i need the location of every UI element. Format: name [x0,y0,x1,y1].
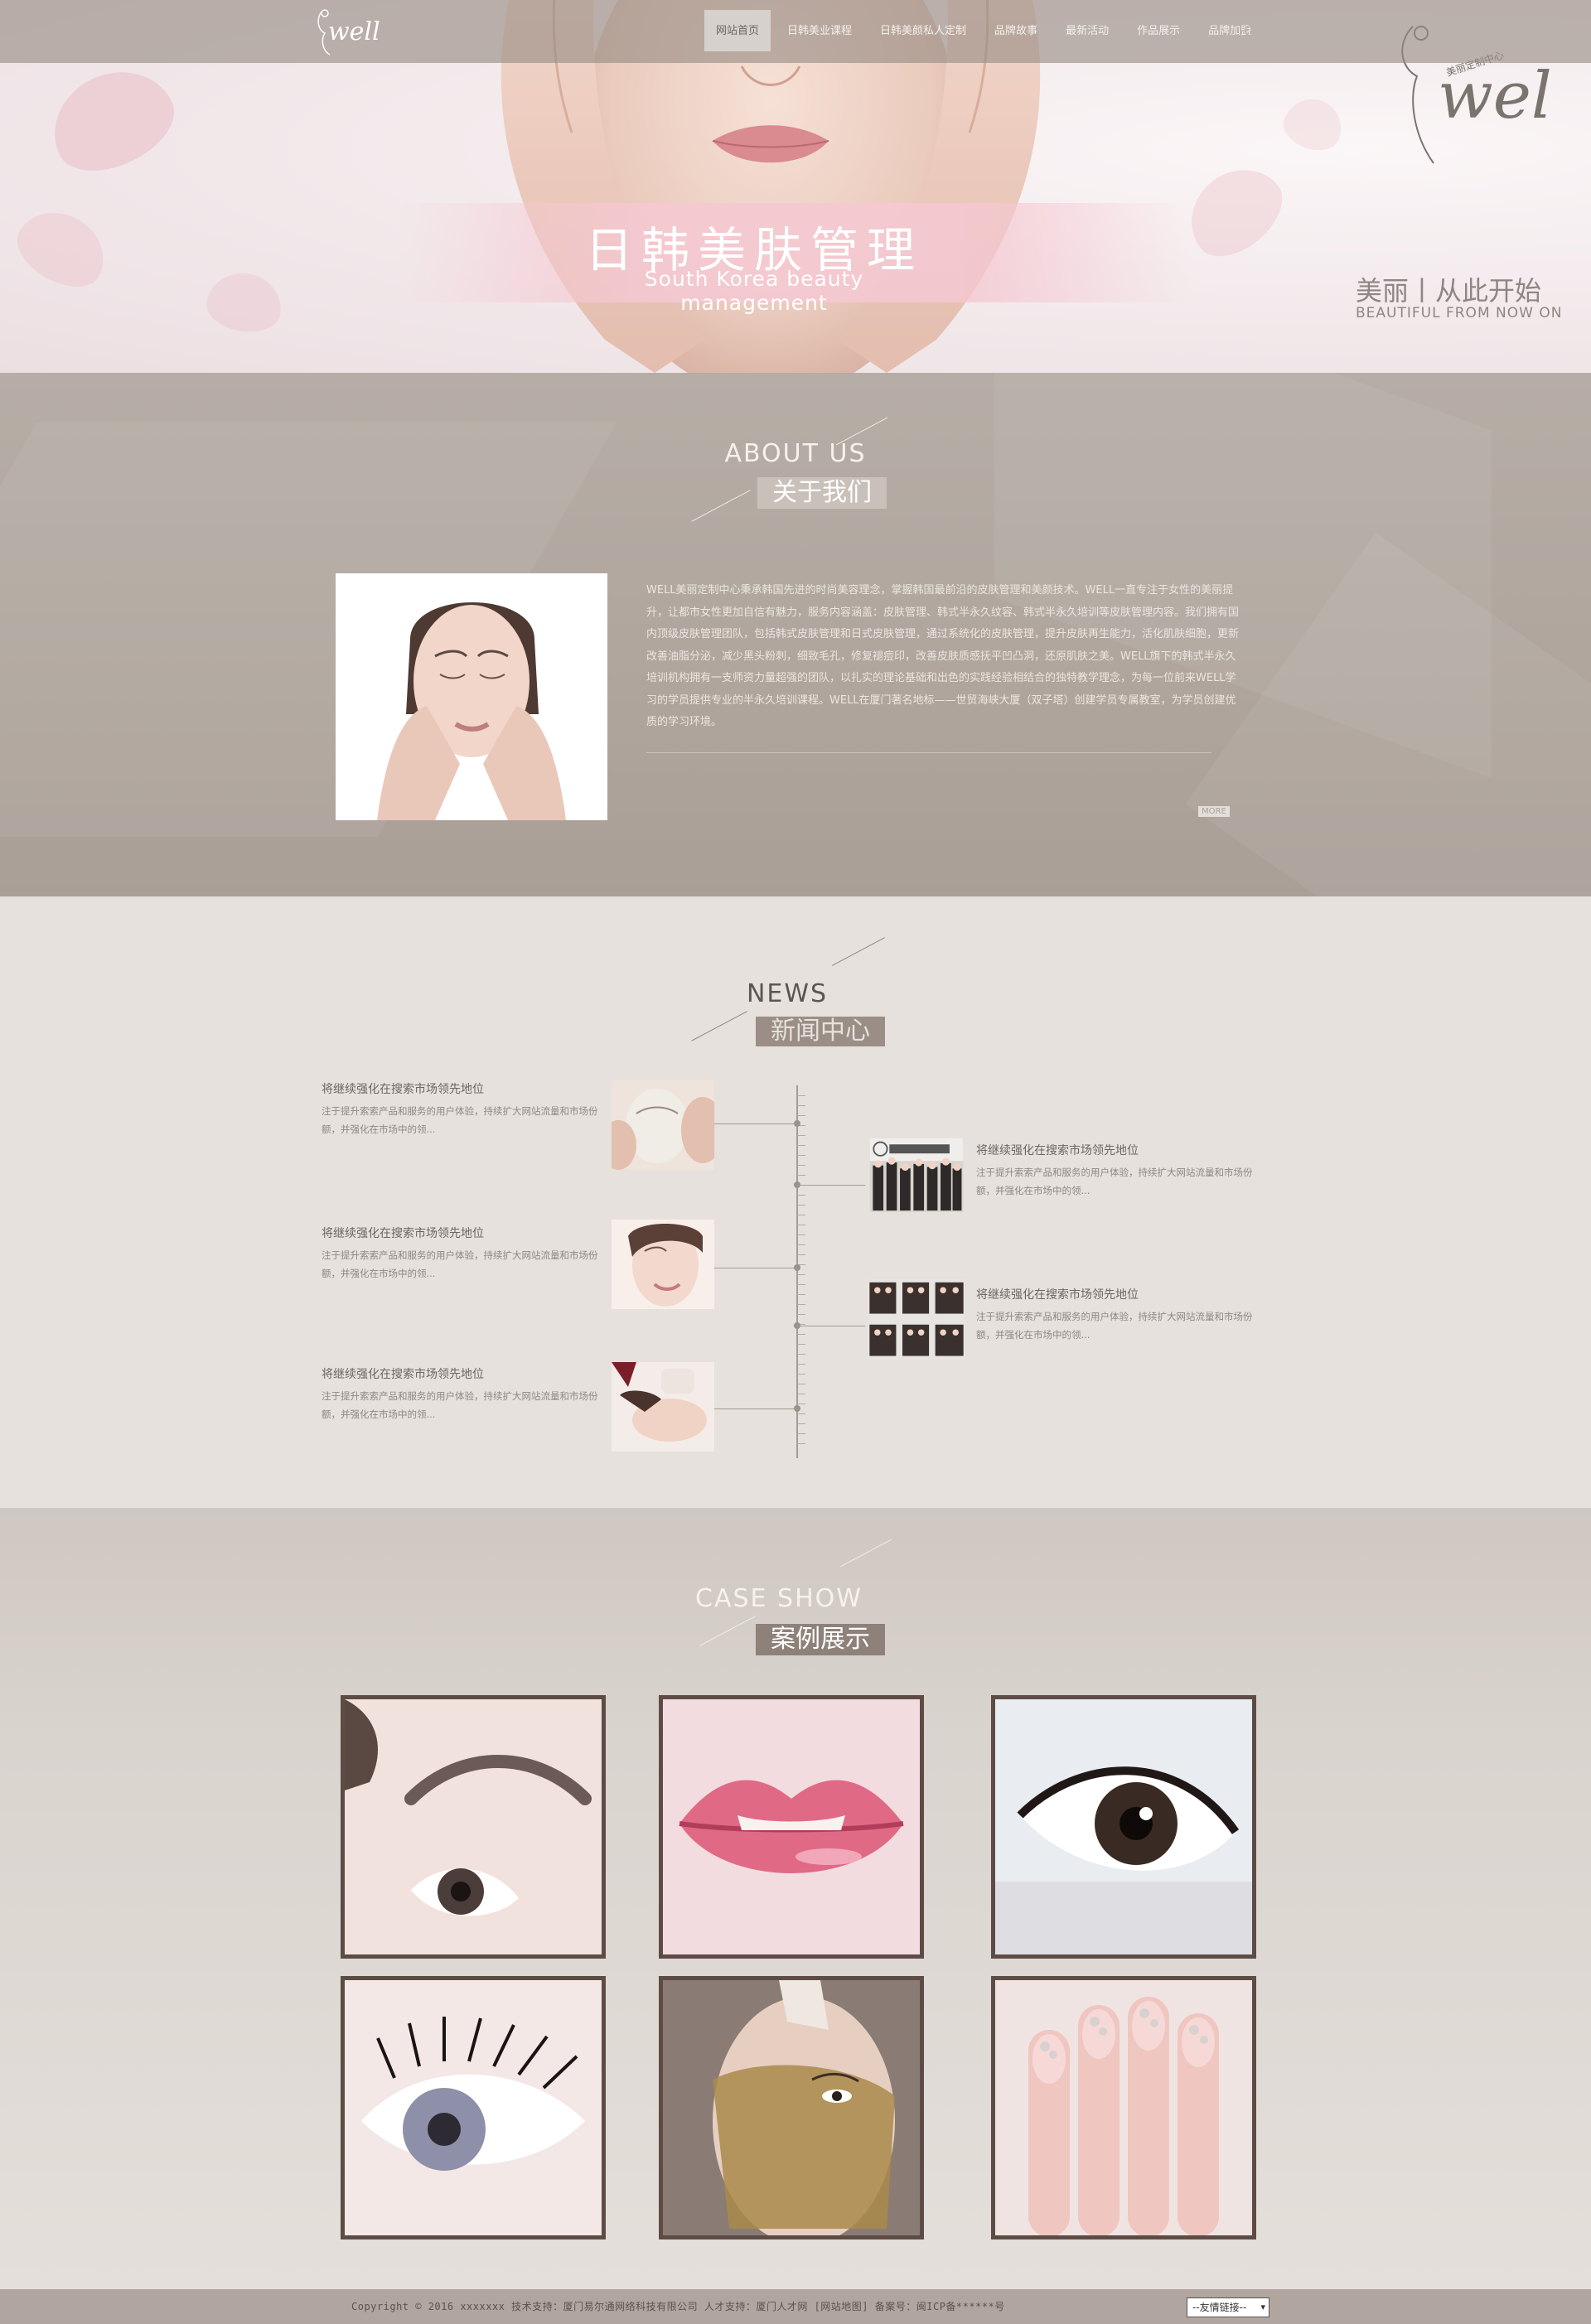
site-logo[interactable]: well [313,5,380,56]
news-item-desc: 注于提升索索产品和服务的用户体验，持续扩大网站流量和市场份额，并强化在市场中的领… [322,1105,598,1135]
nav-item-home[interactable]: 网站首页 [704,10,771,51]
site-logo-text: well [328,17,380,46]
petal-decoration [1277,90,1350,158]
timeline-tick [797,1274,805,1275]
timeline-tick [797,1374,805,1375]
news-item-desc: 注于提升索索产品和服务的用户体验，持续扩大网站流量和市场份额，并强化在市场中的领… [976,1311,1253,1341]
timeline-tick [797,1244,805,1245]
nav-item-events[interactable]: 最新活动 [1054,10,1120,51]
timeline-tick [797,1423,805,1424]
banner-slogan-en: BEAUTIFUL FROM NOW ON [1356,305,1563,321]
news-item[interactable]: 将继续强化在搜索市场领先地位 注于提升索索产品和服务的用户体验，持续扩大网站流量… [322,1225,612,1283]
news-item[interactable]: 将继续强化在搜索市场领先地位 注于提升索索产品和服务的用户体验，持续扩大网站流量… [976,1142,1266,1200]
news-timeline [796,1085,798,1458]
more-button[interactable]: MORE [1198,806,1230,817]
nav-item-private-custom[interactable]: 日韩美颜私人定制 [868,10,978,51]
friend-links-select[interactable]: --友情链接-- [1187,2297,1269,2317]
about-section: ABOUT US 关于我们 WELL美丽定制中心秉承韩国先进的时尚美容理念，掌握… [0,373,1591,896]
timeline-tick [797,1105,805,1106]
banner-slogan: 美丽丨从此开始 [1356,275,1542,307]
timeline-tick [797,1095,805,1096]
case-image-eyebrow[interactable] [341,1695,606,1959]
about-description: WELL美丽定制中心秉承韩国先进的时尚美容理念，掌握韩国最前沿的皮肤管理和美颜技… [646,584,1240,728]
cases-heading-cn: 案例展示 [756,1624,885,1655]
heading-line-top [839,1539,892,1568]
timeline-tick [797,1195,805,1196]
timeline-tick [797,1294,805,1295]
cases-heading: CASE SHOW 案例展示 [671,1526,920,1655]
banner-subtitle: South Korea beauty management [644,267,864,315]
news-heading-en: NEWS [746,979,829,1008]
timeline-tick [797,1234,805,1235]
heading-line-bottom [699,1616,756,1646]
news-thumbnail[interactable] [612,1080,714,1170]
case-image-eye-makeup[interactable] [991,1695,1256,1959]
news-thumbnail[interactable] [612,1362,714,1452]
about-divider [646,752,1211,753]
timeline-tick [797,1145,805,1146]
heading-line-top [831,937,886,966]
news-item[interactable]: 将继续强化在搜索市场领先地位 注于提升索索产品和服务的用户体验，持续扩大网站流量… [976,1286,1266,1344]
timeline-tick [797,1334,805,1335]
about-heading-en: ABOUT US [724,439,867,468]
timeline-tick [797,1254,805,1255]
timeline-tick [797,1284,805,1285]
about-photo [336,573,607,820]
news-item[interactable]: 将继续强化在搜索市场领先地位 注于提升索索产品和服务的用户体验，持续扩大网站流量… [322,1080,612,1138]
footer: Copyright © 2016 xxxxxxx 技术支持：厦门易尔通网络科技有… [0,2289,1591,2324]
timeline-tick [797,1314,805,1315]
news-item-desc: 注于提升索索产品和服务的用户体验，持续扩大网站流量和市场份额，并强化在市场中的领… [322,1390,598,1420]
news-item-title[interactable]: 将继续强化在搜索市场领先地位 [976,1286,1266,1302]
news-item-title[interactable]: 将继续强化在搜索市场领先地位 [322,1225,612,1241]
case-image-nails[interactable] [991,1976,1256,2239]
news-item-title[interactable]: 将继续强化在搜索市场领先地位 [976,1142,1266,1158]
petal-decoration [36,52,188,188]
timeline-connector [714,1408,797,1409]
timeline-tick [797,1135,805,1136]
news-heading-cn: 新闻中心 [756,1017,885,1046]
timeline-tick [797,1413,805,1414]
timeline-tick [797,1175,805,1176]
news-heading: NEWS 新闻中心 [671,921,920,1046]
news-item-desc: 注于提升索索产品和服务的用户体验，持续扩大网站流量和市场份额，并强化在市场中的领… [322,1249,598,1279]
news-thumbnail[interactable] [865,1279,968,1364]
about-heading-cn: 关于我们 [757,477,887,509]
timeline-tick [797,1433,805,1434]
case-image-lips[interactable] [659,1695,924,1959]
timeline-tick [797,1165,805,1166]
timeline-tick [797,1115,805,1116]
nav-item-works[interactable]: 作品展示 [1125,10,1192,51]
heading-line-bottom [691,1011,747,1041]
search-icon[interactable] [1243,23,1261,41]
news-item-title[interactable]: 将继续强化在搜索市场领先地位 [322,1365,612,1382]
news-item[interactable]: 将继续强化在搜索市场领先地位 注于提升索索产品和服务的用户体验，持续扩大网站流量… [322,1365,612,1423]
cases-heading-en: CASE SHOW [695,1584,863,1613]
timeline-tick [797,1354,805,1355]
main-menu: 网站首页 日韩美业课程 日韩美颜私人定制 品牌故事 最新活动 作品展示 品牌加盟 [704,10,1268,51]
timeline-tick [797,1155,805,1156]
timeline-tick [797,1344,805,1345]
news-item-desc: 注于提升索索产品和服务的用户体验，持续扩大网站流量和市场份额，并强化在市场中的领… [976,1167,1253,1196]
heading-line-bottom [691,490,751,522]
news-section: NEWS 新闻中心 将继续强化在搜索市场领先地位 注于提升索索产品和服务的用户体… [0,896,1591,1508]
news-item-title[interactable]: 将继续强化在搜索市场领先地位 [322,1080,612,1097]
timeline-connector [797,1185,865,1186]
about-heading: ABOUT US 关于我们 [671,398,920,522]
case-image-gold-mask[interactable] [659,1976,924,2239]
case-show-section: CASE SHOW 案例展示 [0,1508,1591,2289]
nav-item-brand-story[interactable]: 品牌故事 [983,10,1049,51]
footer-copyright: Copyright © 2016 xxxxxxx 技术支持：厦门易尔通网络科技有… [351,2301,1005,2312]
news-thumbnail[interactable] [865,1138,968,1220]
top-navigation: well 网站首页 日韩美业课程 日韩美颜私人定制 品牌故事 最新活动 作品展示… [0,0,1591,63]
news-thumbnail[interactable] [612,1220,714,1309]
case-image-eyelashes[interactable] [341,1976,606,2239]
timeline-tick [797,1364,805,1365]
nav-item-courses[interactable]: 日韩美业课程 [776,10,863,51]
timeline-tick [797,1304,805,1305]
timeline-connector [714,1123,797,1124]
timeline-tick [797,1443,805,1444]
